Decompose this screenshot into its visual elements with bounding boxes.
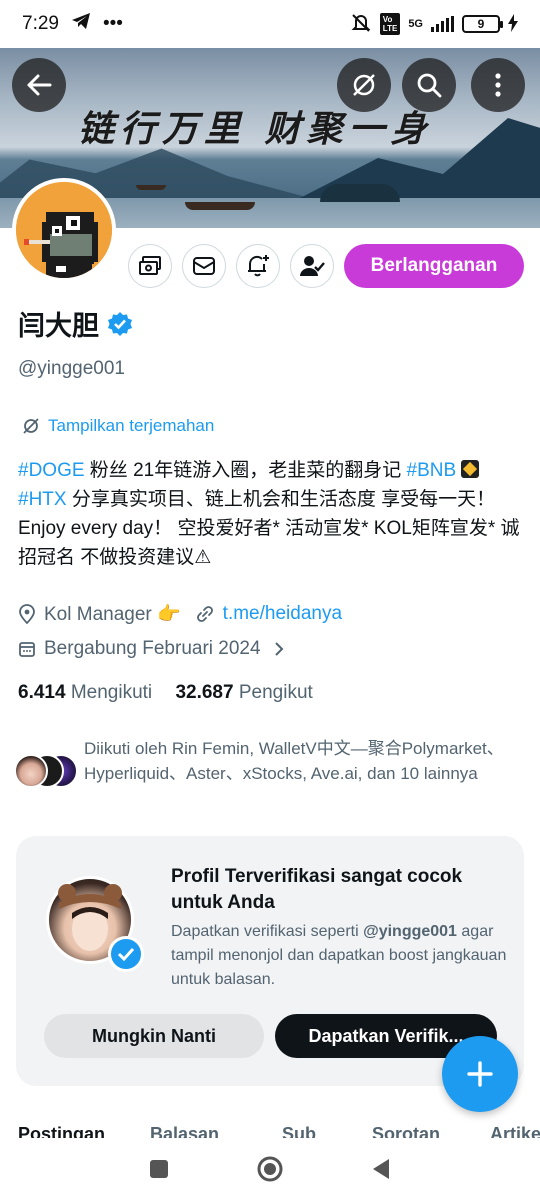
display-name: 闫大胆: [18, 311, 99, 341]
followers-stat[interactable]: 32.687 Pengikut: [175, 682, 312, 703]
tab-posts[interactable]: Postingan: [18, 1124, 105, 1138]
following-count: 6.414: [18, 682, 66, 703]
maybe-later-button[interactable]: Mungkin Nanti: [44, 1014, 264, 1058]
compose-button[interactable]: [442, 1036, 518, 1112]
bell-plus-icon: [248, 255, 269, 277]
charging-icon: [508, 13, 518, 35]
profile-meta-row: Kol Manager 👉 t.me/heidanya: [18, 602, 342, 626]
tab-subs[interactable]: Sub: [282, 1124, 316, 1138]
volte-icon: Vo LTE: [379, 13, 401, 35]
link-icon: [196, 606, 213, 622]
mute-icon: [350, 13, 372, 36]
tab-articles[interactable]: Artikel: [490, 1124, 540, 1138]
hashtag-bnb[interactable]: #BNB: [407, 460, 457, 481]
avatar: [14, 754, 48, 788]
telegram-icon: [71, 12, 91, 36]
followed-by-text: Diikuti oleh Rin Femin, WalletV中文—聚合Poly…: [84, 739, 504, 783]
battery-level: 9: [477, 17, 485, 31]
profile-job: Kol Manager 👉: [44, 604, 181, 625]
back-button[interactable]: [12, 58, 66, 112]
hashtag-htx[interactable]: #HTX: [18, 489, 67, 510]
joined-date: Bergabung Februari 2024: [44, 638, 261, 659]
show-translation-link[interactable]: Tampilkan terjemahan: [22, 416, 214, 436]
following-label: Mengikuti: [70, 682, 153, 703]
search-button[interactable]: [402, 58, 456, 112]
profile-tabs: Postingan Balasan Sub Sorotan Artikel: [0, 1124, 540, 1138]
translate-label: Tampilkan terjemahan: [48, 416, 215, 435]
promo-desc-before: Dapatkan verifikasi seperti: [171, 923, 364, 940]
profile-avatar[interactable]: [12, 178, 116, 282]
banner-calligraphy: 链行万里 财聚一身: [78, 108, 433, 150]
back-nav-button[interactable]: [370, 1157, 392, 1181]
profile-handle: @yingge001: [18, 358, 125, 379]
subscriptions-button[interactable]: [128, 244, 172, 288]
user-check-icon: [300, 256, 325, 276]
money-icon: [139, 256, 161, 275]
more-vertical-icon: [495, 73, 501, 97]
banner-boat: [136, 185, 166, 190]
tab-highlights[interactable]: Sorotan: [372, 1124, 440, 1138]
following-button[interactable]: [290, 244, 334, 288]
verified-badge-icon: [108, 311, 132, 336]
profile-website-link[interactable]: t.me/heidanya: [223, 603, 342, 625]
battery-icon: 9: [462, 15, 503, 33]
banner-island: [320, 184, 400, 202]
promo-title: Profil Terverifikasi sangat cocok untuk …: [171, 866, 463, 913]
followed-by-avatars: [14, 754, 80, 788]
subscribe-button[interactable]: Berlangganan: [344, 244, 524, 288]
verification-promo-card: Profil Terverifikasi sangat cocok untuk …: [16, 836, 524, 1086]
calendar-icon: [19, 642, 35, 657]
joined-row[interactable]: Bergabung Februari 2024: [18, 638, 285, 660]
signal-icon: [431, 16, 454, 32]
mail-icon: [193, 257, 215, 275]
verified-check-icon: [108, 936, 144, 972]
recents-button[interactable]: [148, 1158, 170, 1180]
search-icon: [417, 73, 442, 98]
pixel-frog-avatar-icon: [16, 182, 112, 278]
following-stat[interactable]: 6.414 Mengikuti: [18, 682, 152, 703]
hashtag-doge[interactable]: #DOGE: [18, 460, 85, 481]
system-navigation-bar: [0, 1138, 540, 1199]
profile-name: 闫大胆: [18, 304, 133, 343]
location-icon: [19, 604, 35, 624]
message-button[interactable]: [182, 244, 226, 288]
follow-stats: 6.414 Mengikuti 32.687 Pengikut: [18, 682, 313, 704]
promo-description: Dapatkan verifikasi seperti @yingge001 a…: [171, 920, 511, 992]
arrow-left-icon: [27, 74, 52, 96]
plus-icon: [467, 1061, 493, 1087]
profile-bio: #DOGE 粉丝 21年链游入圈，老韭菜的翻身记 #BNB #HTX 分享真实项…: [18, 456, 528, 572]
home-button[interactable]: [256, 1155, 284, 1183]
promo-desc-handle: @yingge001: [363, 923, 457, 940]
notify-button[interactable]: [236, 244, 280, 288]
followers-count: 32.687: [175, 682, 234, 703]
bnb-icon: [461, 460, 480, 478]
banner-boat: [185, 202, 255, 210]
more-notifications: •••: [102, 13, 123, 34]
network-type: 5G: [408, 18, 423, 30]
bio-text: 分享真实项目、链上机会和生活态度 享受每一天！ Enjoy every day！…: [18, 489, 520, 568]
bio-text: 粉丝 21年链游入圈，老韭菜的翻身记: [84, 460, 407, 481]
tab-replies[interactable]: Balasan: [150, 1124, 219, 1138]
followed-by-row[interactable]: Diikuti oleh Rin Femin, WalletV中文—聚合Poly…: [14, 736, 534, 788]
status-time: 7:29: [22, 13, 59, 34]
followers-label: Pengikut: [238, 682, 313, 703]
translate-icon: [23, 418, 39, 434]
status-bar: 7:29 ••• Vo LTE 5G 9: [0, 0, 540, 48]
chevron-right-icon: [274, 642, 283, 656]
more-options-button[interactable]: [471, 58, 525, 112]
grok-button[interactable]: [337, 58, 391, 112]
grok-icon: [353, 74, 375, 96]
